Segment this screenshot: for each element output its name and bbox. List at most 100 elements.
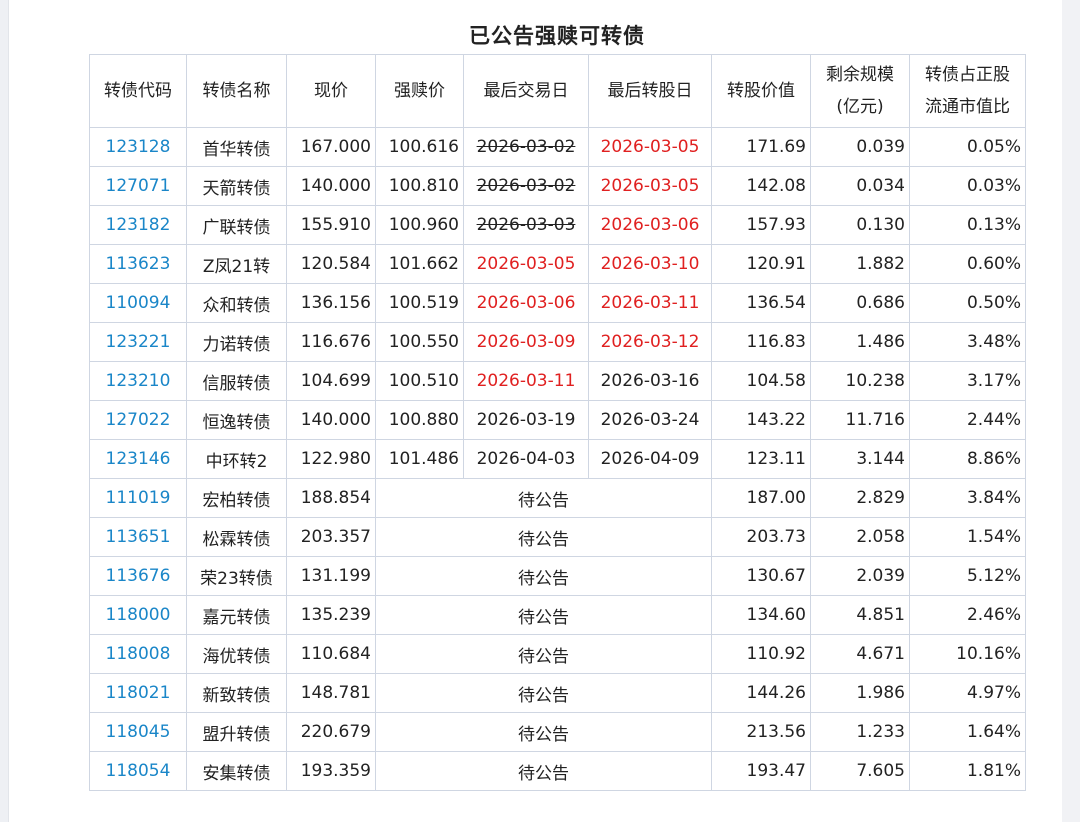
header-remaining-size[interactable]: 剩余规模 (亿元) (810, 54, 910, 128)
remaining-size: 0.686 (810, 283, 910, 323)
table-row: 113623 Z凤21转 120.584 101.662 2026-03-05 2026-… (89, 244, 1026, 284)
redeem-price: 101.486 (375, 439, 464, 479)
bond-code-link[interactable]: 123221 (106, 332, 171, 352)
float-cap-ratio: 2.44% (909, 400, 1026, 440)
bond-code-link[interactable]: 110094 (106, 293, 171, 313)
bond-code-cell: 123146 (89, 439, 187, 479)
bond-code-link[interactable]: 127071 (106, 176, 171, 196)
current-price: 140.000 (286, 166, 376, 206)
remaining-size: 2.829 (810, 478, 910, 518)
table-row: 123221 力诺转债 116.676 100.550 2026-03-09 2026-0… (89, 322, 1026, 362)
table-row: 123210 信服转债 104.699 100.510 2026-03-11 2026-0… (89, 361, 1026, 401)
bond-code-cell: 118054 (89, 751, 187, 791)
bond-code-link[interactable]: 127022 (106, 410, 171, 430)
header-last-convert-date[interactable]: 最后转股日 (588, 54, 712, 128)
header-redeem-price[interactable]: 强赎价 (375, 54, 464, 128)
last-trade-date: 2026-03-19 (463, 400, 589, 440)
header-ratio[interactable]: 转债占正股 流通市值比 (909, 54, 1026, 128)
redeem-price: 100.810 (375, 166, 464, 206)
bond-code-link[interactable]: 123210 (106, 371, 171, 391)
remaining-size: 4.671 (810, 634, 910, 674)
bond-code-cell: 118000 (89, 595, 187, 635)
pending-announcement: 待公告 (375, 517, 712, 557)
bond-code-link[interactable]: 113676 (106, 566, 171, 586)
table-body: 123128 首华转债 167.000 100.616 2026-03-02 2026-0… (89, 127, 1026, 791)
redeem-price: 100.519 (375, 283, 464, 323)
pending-announcement: 待公告 (375, 595, 712, 635)
convert-value: 104.58 (711, 361, 811, 401)
float-cap-ratio: 1.81% (909, 751, 1026, 791)
redeem-price: 100.960 (375, 205, 464, 245)
convert-value: 142.08 (711, 166, 811, 206)
remaining-size: 2.039 (810, 556, 910, 596)
bond-code-cell: 123221 (89, 322, 187, 362)
convert-value: 136.54 (711, 283, 811, 323)
remaining-size: 3.144 (810, 439, 910, 479)
remaining-size: 2.058 (810, 517, 910, 557)
current-price: 193.359 (286, 751, 376, 791)
current-price: 122.980 (286, 439, 376, 479)
bond-code-link[interactable]: 123128 (106, 137, 171, 157)
pending-announcement: 待公告 (375, 634, 712, 674)
bond-code-link[interactable]: 113651 (106, 527, 171, 547)
convert-value: 123.11 (711, 439, 811, 479)
convert-value: 144.26 (711, 673, 811, 713)
bond-code-cell: 127022 (89, 400, 187, 440)
last-convert-date: 2026-03-16 (588, 361, 712, 401)
float-cap-ratio: 5.12% (909, 556, 1026, 596)
remaining-size: 0.034 (810, 166, 910, 206)
bond-code-cell: 118045 (89, 712, 187, 752)
header-name[interactable]: 转债名称 (186, 54, 287, 128)
bond-code-link[interactable]: 118000 (106, 605, 171, 625)
float-cap-ratio: 3.84% (909, 478, 1026, 518)
convert-value: 110.92 (711, 634, 811, 674)
current-price: 136.156 (286, 283, 376, 323)
bond-code-link[interactable]: 118054 (106, 761, 171, 781)
bond-code-link[interactable]: 113623 (106, 254, 171, 274)
bond-code-link[interactable]: 123182 (106, 215, 171, 235)
header-code[interactable]: 转债代码 (89, 54, 187, 128)
redeem-price: 101.662 (375, 244, 464, 284)
bond-code-cell: 113651 (89, 517, 187, 557)
header-convert-value[interactable]: 转股价值 (711, 54, 811, 128)
float-cap-ratio: 0.13% (909, 205, 1026, 245)
remaining-size: 4.851 (810, 595, 910, 635)
last-trade-date: 2026-04-03 (463, 439, 589, 479)
right-page-edge (1062, 0, 1080, 822)
table-row: 118008 海优转债 110.684 待公告 110.92 4.671 10.16% (89, 634, 1026, 674)
bond-code-link[interactable]: 118045 (106, 722, 171, 742)
bond-code-cell: 127071 (89, 166, 187, 206)
current-price: 116.676 (286, 322, 376, 362)
current-price: 155.910 (286, 205, 376, 245)
bond-code-link[interactable]: 118008 (106, 644, 171, 664)
current-price: 140.000 (286, 400, 376, 440)
redeem-price: 100.880 (375, 400, 464, 440)
bond-code-cell: 118021 (89, 673, 187, 713)
bond-code-cell: 118008 (89, 634, 187, 674)
last-convert-date: 2026-03-10 (588, 244, 712, 284)
pending-announcement: 待公告 (375, 673, 712, 713)
bond-code-cell: 110094 (89, 283, 187, 323)
convert-value: 130.67 (711, 556, 811, 596)
bond-code-cell: 113623 (89, 244, 187, 284)
bond-code-link[interactable]: 111019 (106, 488, 171, 508)
pending-announcement: 待公告 (375, 712, 712, 752)
bond-name: 中环转2 (186, 439, 287, 479)
table-row: 110094 众和转债 136.156 100.519 2026-03-06 2026-0… (89, 283, 1026, 323)
bond-code-cell: 111019 (89, 478, 187, 518)
current-price: 188.854 (286, 478, 376, 518)
bond-name: 力诺转债 (186, 322, 287, 362)
bond-name: 首华转债 (186, 127, 287, 167)
table-row: 118000 嘉元转债 135.239 待公告 134.60 4.851 2.46% (89, 595, 1026, 635)
redeem-price: 100.510 (375, 361, 464, 401)
header-last-trade-date[interactable]: 最后交易日 (463, 54, 589, 128)
left-page-edge (0, 0, 9, 822)
bond-code-link[interactable]: 123146 (106, 449, 171, 469)
bond-name: 安集转债 (186, 751, 287, 791)
bond-code-link[interactable]: 118021 (106, 683, 171, 703)
table-row: 123182 广联转债 155.910 100.960 2026-03-03 2026-0… (89, 205, 1026, 245)
bond-name: 盟升转债 (186, 712, 287, 752)
bond-code-cell: 123210 (89, 361, 187, 401)
last-convert-date: 2026-03-05 (588, 127, 712, 167)
header-price[interactable]: 现价 (286, 54, 376, 128)
